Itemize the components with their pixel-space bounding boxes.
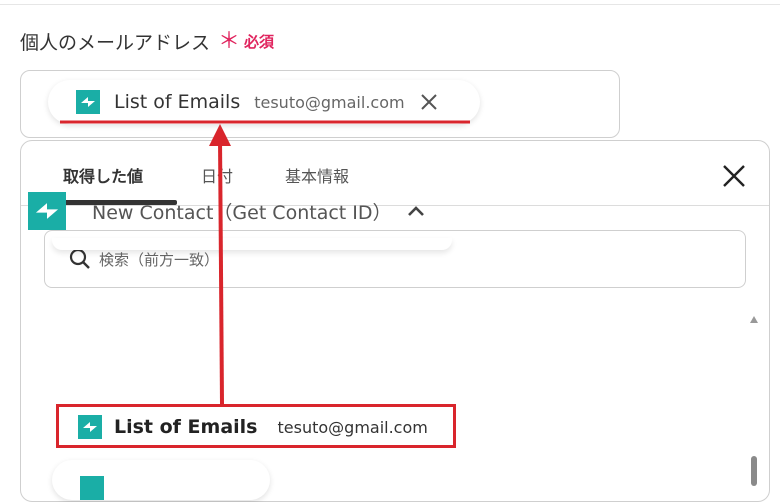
top-divider (0, 4, 780, 5)
tab-basic-info[interactable]: 基本情報 (285, 163, 349, 187)
list-item[interactable] (52, 460, 270, 500)
tab-date[interactable]: 日付 (201, 163, 233, 187)
search-placeholder: 検索（前方一致） (99, 250, 220, 269)
selected-value-chip[interactable]: List of Emails tesuto@gmail.com (48, 80, 480, 124)
group-header[interactable]: New Contact（Get Contact ID） (28, 192, 426, 230)
app-logo-icon (28, 192, 66, 230)
scroll-thumb[interactable] (751, 456, 757, 486)
chip-value: tesuto@gmail.com (254, 92, 405, 112)
group-title: New Contact（Get Contact ID） (92, 201, 392, 224)
close-icon[interactable] (721, 163, 747, 189)
scrollbar[interactable] (748, 312, 760, 486)
list-card-edge (52, 238, 452, 250)
annotation-highlight-box (56, 404, 456, 448)
required-text: 必須 (244, 33, 275, 51)
close-icon[interactable] (419, 92, 439, 112)
tab-acquired-values[interactable]: 取得した値 (63, 163, 143, 187)
field-label-text: 個人のメールアドレス (20, 32, 211, 54)
required-star: ＊ (218, 28, 241, 54)
search-icon (69, 248, 90, 269)
field-label: 個人のメールアドレス ＊ 必須 (20, 28, 274, 55)
chip-label: List of Emails (114, 91, 241, 113)
scroll-up-arrow-icon[interactable] (750, 316, 758, 323)
app-logo-icon (76, 90, 100, 114)
chevron-up-icon[interactable] (406, 204, 426, 218)
